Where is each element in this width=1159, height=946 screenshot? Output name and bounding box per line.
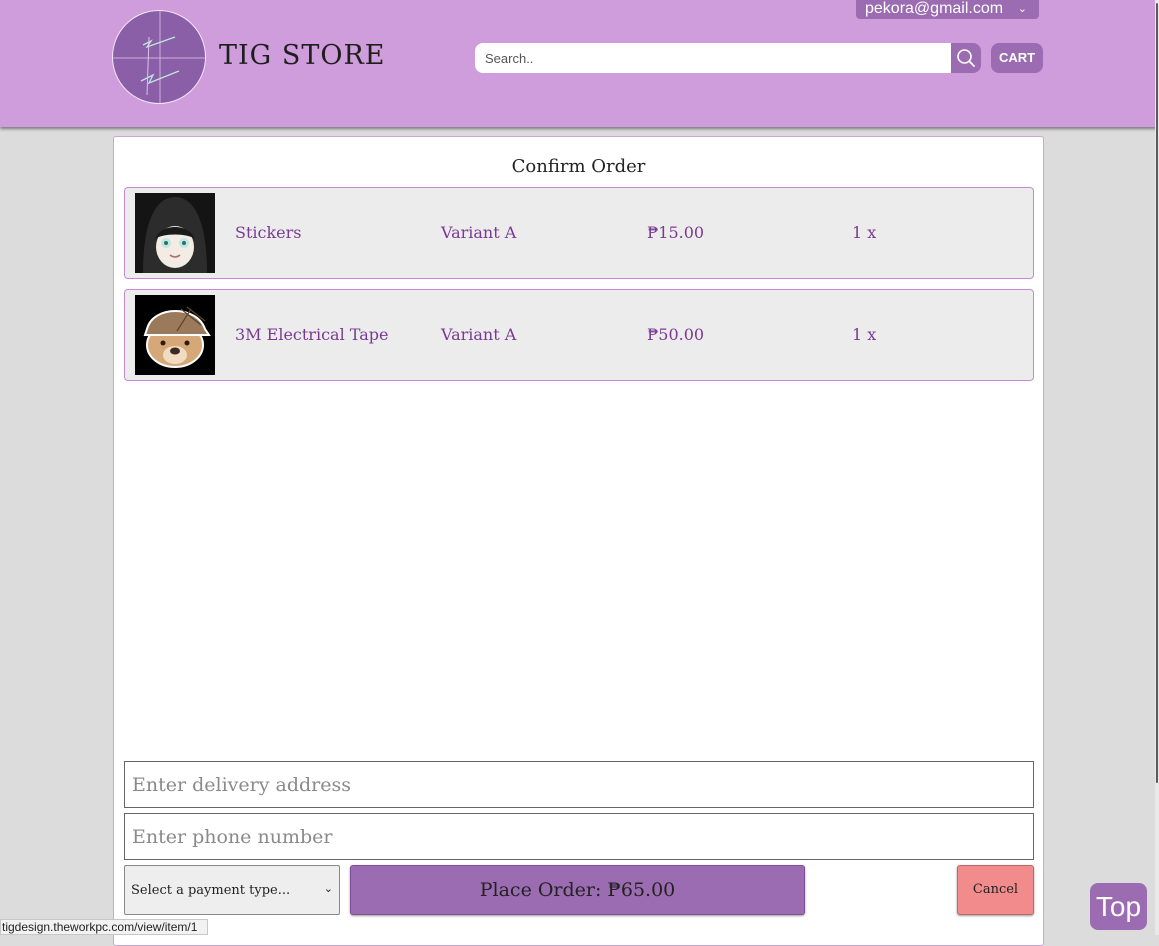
search-icon bbox=[957, 49, 975, 67]
store-logo-icon[interactable] bbox=[112, 10, 206, 104]
chevron-down-icon: ⌄ bbox=[323, 882, 333, 895]
place-order-button[interactable]: Place Order: ₱65.00 bbox=[350, 865, 805, 915]
item-variant: Variant A bbox=[441, 223, 517, 242]
payment-type-value: Select a payment type... bbox=[131, 882, 291, 898]
header-bar: TIG STORE pekora@gmail.com ⌄ CART bbox=[0, 0, 1159, 127]
page-title: Confirm Order bbox=[511, 156, 646, 177]
chevron-down-icon: ⌄ bbox=[1017, 3, 1027, 15]
search-input[interactable] bbox=[475, 43, 951, 73]
scrollbar-thumb[interactable] bbox=[1156, 3, 1158, 783]
scroll-top-button[interactable]: Top bbox=[1090, 883, 1147, 930]
order-item-row: 3M Electrical Tape Variant A ₱50.00 1 x bbox=[124, 289, 1034, 381]
product-image bbox=[135, 193, 215, 273]
search-button[interactable] bbox=[951, 43, 981, 73]
delivery-address-input[interactable] bbox=[124, 761, 1034, 808]
item-quantity: 1 x bbox=[852, 223, 877, 242]
order-item-row: Stickers Variant A ₱15.00 1 x bbox=[124, 187, 1034, 279]
item-price: ₱50.00 bbox=[647, 325, 705, 344]
payment-type-select[interactable]: Select a payment type... ⌄ bbox=[124, 865, 340, 915]
status-bar-url: tigdesign.theworkpc.com/view/item/1 bbox=[0, 919, 208, 935]
cart-button[interactable]: CART bbox=[991, 43, 1043, 73]
user-email: pekora@gmail.com bbox=[865, 0, 1004, 17]
item-price: ₱15.00 bbox=[647, 223, 705, 242]
product-image bbox=[135, 295, 215, 375]
user-menu[interactable]: pekora@gmail.com ⌄ bbox=[856, 0, 1039, 19]
item-variant: Variant A bbox=[441, 325, 517, 344]
cancel-button[interactable]: Cancel bbox=[957, 865, 1034, 915]
item-quantity: 1 x bbox=[852, 325, 877, 344]
confirm-order-panel: Confirm Order Stickers Variant A ₱15.00 … bbox=[113, 136, 1044, 946]
scrollbar[interactable] bbox=[1155, 0, 1159, 935]
store-name[interactable]: TIG STORE bbox=[219, 40, 386, 71]
item-name: Stickers bbox=[235, 223, 302, 242]
phone-number-input[interactable] bbox=[124, 813, 1034, 860]
item-name: 3M Electrical Tape bbox=[235, 325, 389, 344]
